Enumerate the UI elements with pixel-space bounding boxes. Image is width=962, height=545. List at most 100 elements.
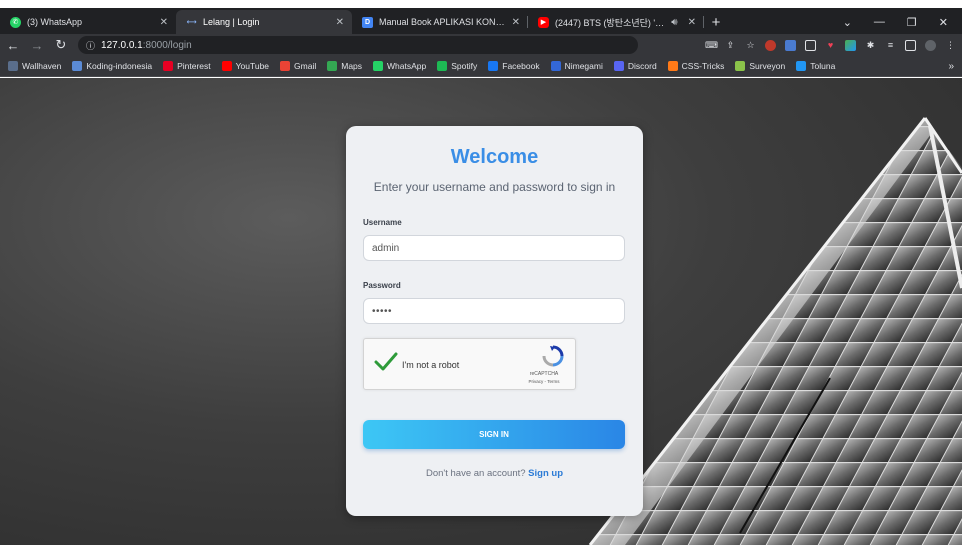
puzzle-icon[interactable]: ✱ (865, 40, 876, 51)
browser-toolbar: ← → ↻ ⓘ 127.0.0.1:8000/login ⌨ ⇪ ☆ ♥ ✱ ≡… (0, 34, 962, 56)
bookmark-label: Surveyon (749, 61, 786, 71)
bookmark-label: WhatsApp (387, 61, 427, 71)
reading-list-icon[interactable]: ≡ (885, 40, 896, 51)
bookmark-label: Facebook (502, 61, 540, 71)
whatsapp-icon: ✆ (10, 16, 21, 28)
sign-up-link[interactable]: Sign up (528, 468, 563, 479)
maps-icon (327, 61, 338, 71)
translate-icon[interactable]: ⌨ (705, 40, 718, 51)
bookmark-label: Gmail (294, 61, 317, 71)
tab-title: (3) WhatsApp (27, 17, 83, 27)
username-label: Username (363, 218, 402, 227)
chevron-down-icon[interactable]: ⌄ (843, 16, 852, 29)
caption-bar (0, 0, 962, 8)
document-icon: D (362, 16, 373, 28)
browser-tab-bar: ✆ (3) WhatsApp ✕ ⟷ Lelang | Login ✕ D Ma… (0, 8, 962, 34)
discord-icon (613, 61, 624, 71)
bookmark-label: CSS-Tricks (681, 61, 725, 71)
koding-indonesia-icon (72, 61, 83, 71)
css-tricks-icon (667, 61, 678, 71)
username-value: admin (372, 242, 400, 254)
bookmark-nimegami[interactable]: Nimegami (550, 61, 603, 71)
bookmark-toluna[interactable]: Toluna (796, 61, 835, 71)
audio-icon[interactable]: 🔊︎ (671, 17, 677, 28)
whatsapp-icon (373, 61, 384, 71)
pocket-icon[interactable]: ♥ (825, 40, 836, 51)
bookmark-pinterest[interactable]: Pinterest (163, 61, 211, 71)
recaptcha-terms[interactable]: Privacy - Terms (519, 379, 569, 384)
forward-icon[interactable]: → (30, 38, 44, 53)
recaptcha-widget: I'm not a robot reCAPTCHA Privacy - Term… (363, 338, 576, 390)
info-icon[interactable]: ⓘ (86, 39, 95, 52)
bookmark-facebook[interactable]: Facebook (488, 61, 540, 71)
sign-in-button[interactable]: SIGN IN (363, 420, 625, 449)
password-input[interactable]: ••••• (363, 298, 625, 324)
login-card: Welcome Enter your username and password… (346, 126, 643, 516)
bookmark-label: Wallhaven (22, 61, 62, 71)
restore-icon[interactable]: ❐ (907, 16, 917, 29)
tab-whatsapp[interactable]: ✆ (3) WhatsApp ✕ (0, 10, 176, 34)
bookmark-gmail[interactable]: Gmail (280, 61, 316, 71)
star-icon[interactable]: ☆ (745, 40, 756, 51)
wallhaven-icon (8, 61, 18, 71)
close-icon[interactable]: ✕ (336, 17, 344, 28)
tab-title: Lelang | Login (203, 17, 260, 27)
tab-manual-book[interactable]: D Manual Book APLIKASI KONSULT ✕ (352, 10, 528, 34)
password-value: ••••• (372, 305, 393, 317)
bookmark-wallhaven[interactable]: Wallhaven (8, 61, 61, 71)
minimize-icon[interactable]: — (874, 16, 885, 28)
bookmarks-overflow-icon[interactable]: » (948, 61, 954, 72)
checkmark-icon[interactable] (374, 351, 398, 371)
bookmark-maps[interactable]: Maps (327, 61, 362, 71)
bookmark-label: Koding-indonesia (86, 61, 153, 71)
bookmark-css-tricks[interactable]: CSS-Tricks (667, 61, 725, 71)
bookmark-discord[interactable]: Discord (613, 61, 657, 71)
back-icon[interactable]: ← (6, 38, 20, 53)
bookmark-surveyon[interactable]: Surveyon (735, 61, 785, 71)
tab-youtube-bts[interactable]: ▶ (2447) BTS (방탄소년단) 'Sav 🔊︎ ✕ (528, 10, 704, 34)
bookmark-youtube[interactable]: YouTube (221, 61, 270, 71)
extension-blue-icon[interactable] (785, 39, 796, 51)
address-host: 127.0.0.1 (101, 39, 143, 51)
bookmark-label: Maps (341, 61, 363, 71)
close-icon[interactable]: ✕ (688, 17, 696, 28)
bookmark-label: Pinterest (177, 61, 211, 71)
bookmark-label: Spotify (451, 61, 478, 71)
login-subtitle: Enter your username and password to sign… (373, 180, 616, 194)
address-bar[interactable]: ⓘ 127.0.0.1:8000/login (78, 36, 638, 54)
signup-prompt-text: Don't have an account? (426, 468, 526, 479)
bookmarks-bar: Wallhaven Koding-indonesia Pinterest YouTub… (0, 56, 962, 77)
side-panel-icon[interactable] (905, 39, 916, 51)
pinterest-icon (163, 61, 174, 71)
address-path: :8000/login (142, 39, 192, 51)
signup-prompt: Don't have an account? Sign up (346, 468, 643, 479)
close-icon[interactable]: ✕ (160, 17, 168, 28)
bookmark-koding-indonesia[interactable]: Koding-indonesia (72, 61, 152, 71)
close-icon[interactable]: ✕ (512, 17, 520, 28)
username-input[interactable]: admin (363, 235, 625, 261)
share-icon[interactable]: ⇪ (725, 40, 736, 51)
spotify-icon (437, 61, 448, 71)
extension-red-icon[interactable] (765, 39, 776, 51)
reload-icon[interactable]: ↻ (54, 37, 68, 53)
new-tab-button[interactable]: + (704, 10, 728, 34)
close-window-icon[interactable]: ✕ (939, 16, 948, 29)
menu-icon[interactable]: ⋮ (945, 40, 956, 51)
extension-screen-icon[interactable] (805, 39, 816, 51)
profile-avatar[interactable] (925, 39, 936, 51)
window-controls: ⌄ — ❐ ✕ (843, 10, 962, 34)
tab-lelang-login[interactable]: ⟷ Lelang | Login ✕ (176, 10, 352, 34)
nimegami-icon (550, 61, 561, 71)
recaptcha-brand: reCAPTCHA (529, 371, 559, 377)
password-label: Password (363, 281, 401, 290)
welcome-title: Welcome (450, 146, 539, 168)
extensions-area: ⌨ ⇪ ☆ ♥ ✱ ≡ ⋮ (705, 39, 956, 51)
bookmark-label: Discord (627, 61, 657, 71)
extension-multicolor-icon[interactable] (845, 39, 856, 51)
bookmark-label: YouTube (235, 61, 270, 71)
bookmark-whatsapp[interactable]: WhatsApp (373, 61, 426, 71)
page-icon: ⟷ (186, 19, 197, 26)
bookmark-spotify[interactable]: Spotify (437, 61, 477, 71)
youtube-icon (221, 61, 232, 71)
tab-title: (2447) BTS (방탄소년단) 'Sav (555, 17, 666, 28)
